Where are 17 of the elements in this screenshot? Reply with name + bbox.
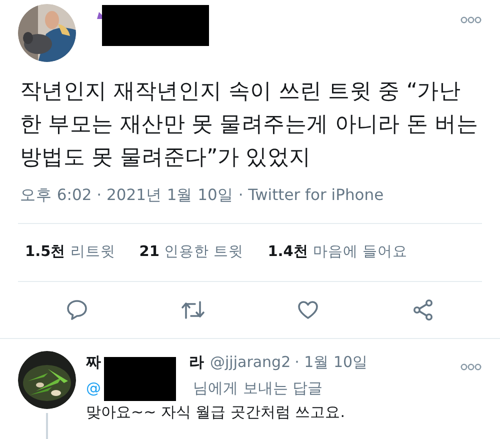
user-name: 라 xyxy=(189,352,204,374)
user-name: 짜 xyxy=(86,352,101,374)
reply-text: 맞아요~~ 자식 월급 곳간처럼 쓰고요. xyxy=(86,402,346,424)
more-icon[interactable] xyxy=(460,363,482,372)
reply-context: 님에게 보내는 답글 xyxy=(193,378,323,399)
stat-count[interactable]: 21 인용한 트윗 xyxy=(139,242,244,264)
reply-date: · 1월 10일 xyxy=(294,352,368,374)
more-icon[interactable] xyxy=(460,16,482,24)
redaction-block xyxy=(104,357,176,402)
user-handle: @jjjarang2 xyxy=(210,352,291,374)
tweet-text: 작년인지 재작년인지 속이 쓰린 트윗 중 “가난한 부모는 재산만 못 물려주는게 아니라 돈 버는 방법도 못 물려준다”가 있었지 xyxy=(19,78,480,172)
share-icon[interactable] xyxy=(410,298,435,322)
tweet-timestamp: 오후 6:02 · 2021년 1월 10일 · Twitter for iPhone xyxy=(19,185,385,206)
thread-line xyxy=(46,413,48,439)
comment-icon[interactable] xyxy=(65,298,90,322)
stat-count[interactable]: 1.5천 리트윗 xyxy=(25,242,116,264)
stat-count[interactable]: 1.4천 마음에 들어요 xyxy=(268,242,408,264)
